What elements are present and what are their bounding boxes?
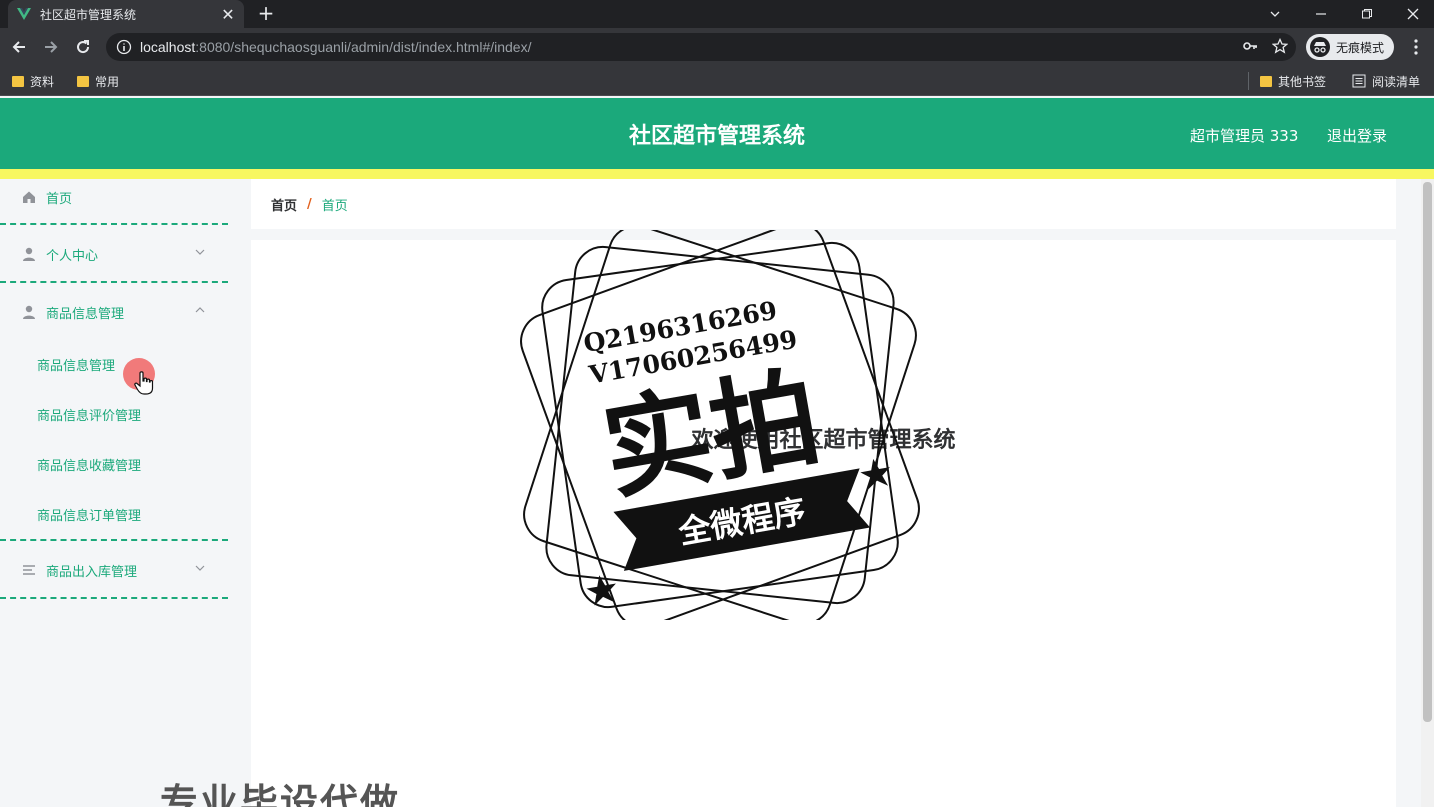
- info-icon[interactable]: [116, 39, 132, 55]
- breadcrumb-current: 首页: [321, 198, 348, 214]
- star-icon[interactable]: [1272, 38, 1288, 54]
- bottom-watermark: 专业毕设代做: [160, 781, 401, 807]
- tab-title: 社区超市管理系统: [40, 7, 137, 22]
- breadcrumb: 首页 / 首页: [251, 179, 1396, 229]
- incognito-label: 无痕模式: [1336, 40, 1385, 55]
- submenu-product-order[interactable]: 商品信息订单管理: [0, 494, 228, 534]
- sidebar-divider: [0, 597, 228, 599]
- bookmarks-separator: [1248, 72, 1249, 90]
- chevron-down-icon: [195, 249, 205, 255]
- minimize-button[interactable]: [1298, 0, 1344, 28]
- chevron-down-icon: [195, 565, 205, 571]
- app-header: 社区超市管理系统 超市管理员 333 退出登录: [0, 98, 1434, 169]
- breadcrumb-separator: /: [307, 196, 312, 212]
- key-icon[interactable]: [1242, 38, 1258, 54]
- submenu-product-info[interactable]: 商品信息管理: [0, 344, 228, 384]
- sidebar: 首页 个人中心 商品信息管理 商品信息管理 商品信息评价管理 商品信息收藏管理 …: [0, 179, 228, 807]
- sidebar-item-home[interactable]: 首页: [0, 175, 228, 219]
- restore-button[interactable]: [1344, 0, 1390, 28]
- incognito-icon: [1310, 37, 1330, 57]
- sidebar-item-stock-inout[interactable]: 商品出入库管理: [0, 548, 228, 592]
- breadcrumb-home[interactable]: 首页: [271, 195, 297, 214]
- reading-list-icon: [1352, 74, 1366, 88]
- browser-toolbar: localhost:8080/shequchaosguanli/admin/di…: [0, 28, 1434, 66]
- browser-menu-icon[interactable]: [1406, 34, 1426, 60]
- sidebar-item-product-info[interactable]: 商品信息管理: [0, 290, 228, 334]
- address-bar[interactable]: localhost:8080/shequchaosguanli/admin/di…: [106, 33, 1296, 61]
- submenu-product-favorite[interactable]: 商品信息收藏管理: [0, 444, 228, 484]
- tab-search-icon[interactable]: [1252, 0, 1298, 28]
- close-window-button[interactable]: [1390, 0, 1434, 28]
- sidebar-divider: [0, 539, 228, 541]
- submenu-product-review[interactable]: 商品信息评价管理: [0, 394, 228, 434]
- scrollbar-thumb[interactable]: [1423, 182, 1432, 722]
- logout-button[interactable]: 退出登录: [1327, 125, 1387, 146]
- current-user: 超市管理员 333: [1190, 127, 1299, 145]
- reload-icon[interactable]: [70, 34, 96, 60]
- user-icon: [21, 246, 37, 262]
- incognito-badge[interactable]: 无痕模式: [1306, 34, 1395, 60]
- user-group-icon: [21, 304, 37, 320]
- folder-icon: [77, 75, 89, 87]
- vue-logo-icon: [17, 8, 31, 20]
- folder-icon: [12, 75, 24, 87]
- bookmark-folder-changyong[interactable]: 常用: [77, 72, 119, 90]
- sidebar-item-profile[interactable]: 个人中心: [0, 232, 228, 276]
- watermark-stamp: Q2196316269 V17060256499 实拍 全微程序: [520, 230, 920, 620]
- bookmark-folder-ziliao[interactable]: 资料: [12, 72, 54, 90]
- bookmarks-bar: 资料 常用 其他书签 阅读清单: [0, 66, 1434, 96]
- folder-icon: [1260, 75, 1272, 87]
- list-icon: [21, 562, 37, 578]
- sidebar-divider: [0, 223, 228, 225]
- back-arrow-icon[interactable]: [6, 34, 32, 60]
- browser-tab[interactable]: 社区超市管理系统 ✕: [8, 0, 244, 28]
- hand-cursor-icon: [134, 371, 154, 395]
- forward-arrow-icon[interactable]: [38, 34, 64, 60]
- home-icon: [21, 189, 37, 205]
- tab-close-icon[interactable]: ✕: [220, 5, 236, 24]
- sidebar-divider: [0, 281, 228, 283]
- url-text: localhost:8080/shequchaosguanli/admin/di…: [140, 39, 532, 55]
- reading-list[interactable]: 阅读清单: [1352, 72, 1420, 90]
- chevron-up-icon: [195, 307, 205, 313]
- new-tab-button[interactable]: +: [254, 2, 278, 26]
- bookmark-other[interactable]: 其他书签: [1260, 72, 1326, 90]
- browser-tab-strip: 社区超市管理系统 ✕ +: [0, 0, 1434, 28]
